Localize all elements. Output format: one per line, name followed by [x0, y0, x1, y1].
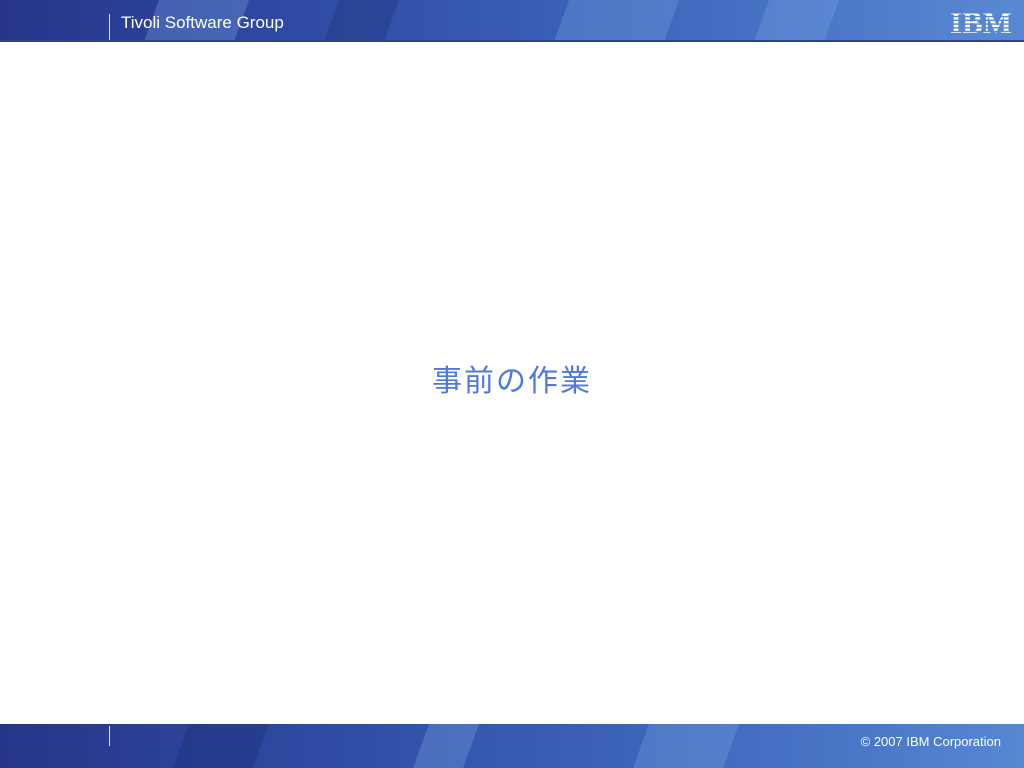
- decorative-shape: [167, 724, 273, 768]
- slide: Tivoli Software Group IBM 事前の作業 © 2007 I…: [0, 0, 1024, 768]
- footer-divider: [109, 726, 110, 746]
- decorative-shape: [747, 0, 843, 42]
- copyright-text: © 2007 IBM Corporation: [860, 734, 1001, 749]
- group-title: Tivoli Software Group: [121, 13, 284, 32]
- decorative-shape: [407, 724, 483, 768]
- decorative-shape: [627, 724, 743, 768]
- decorative-shape: [319, 0, 401, 42]
- header-band: Tivoli Software Group IBM: [0, 0, 1024, 42]
- ibm-logo-icon: IBM: [950, 6, 1012, 36]
- footer-band: © 2007 IBM Corporation: [0, 724, 1024, 768]
- svg-text:IBM: IBM: [950, 6, 1012, 36]
- slide-title: 事前の作業: [432, 364, 592, 399]
- decorative-shape: [547, 0, 683, 42]
- header-divider: [109, 14, 110, 40]
